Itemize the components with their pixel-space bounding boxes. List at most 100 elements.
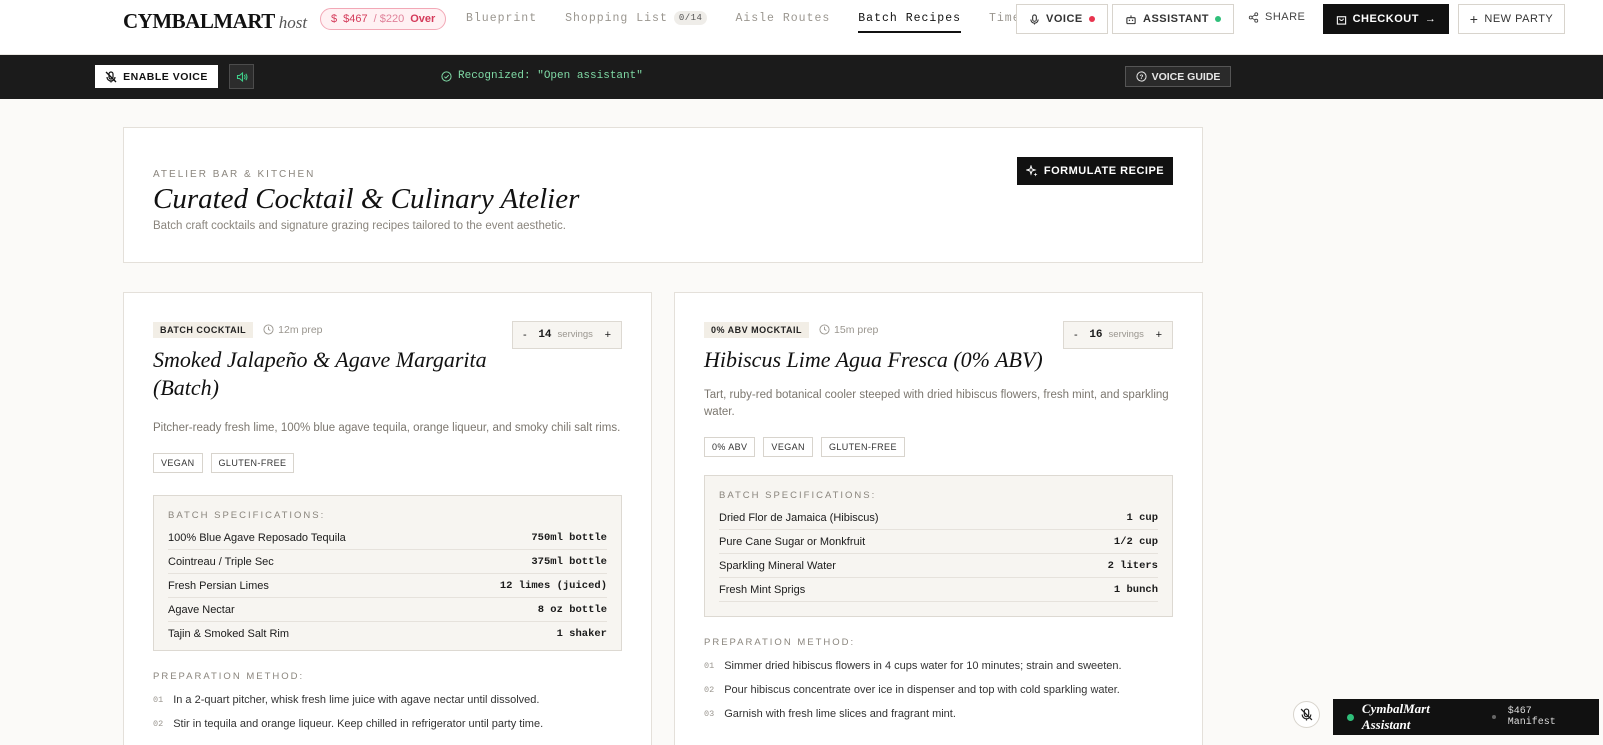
separator-dot [1491,715,1496,719]
manifest-total: $467 Manifest [1507,706,1556,728]
share-button[interactable]: SHARE [1248,11,1305,23]
increase-servings-button[interactable]: + [605,329,611,341]
recipe-type-badge: 0% ABV MOCKTAIL [704,321,810,338]
top-navigation: CYMBALMART host $ $467 / $220 Over Bluep… [0,0,1603,55]
tab-batch-recipes[interactable]: Batch Recipes [858,0,961,36]
ingredient-qty: 750ml bottle [531,531,607,544]
assistant-name: CymbalMart Assistant [1361,701,1430,732]
voice-button-label: VOICE [1046,13,1083,25]
new-party-label: NEW PARTY [1484,13,1554,25]
method-step: 02 Stir in tequila and orange liqueur. Ke… [153,712,622,736]
method-step: 01 In a 2-quart pitcher, whisk fresh lime… [153,688,622,712]
speaker-icon [236,71,247,82]
method-step: 03 Garnish with fresh lime slices and fra… [704,702,1173,726]
voice-guide-button[interactable]: ? VOICE GUIDE [1125,66,1231,87]
recipe-card-margarita: BATCH COCKTAIL 12m prep - 14 servings + S… [123,292,652,745]
enable-voice-button[interactable]: ENABLE VOICE [95,65,218,88]
decrease-servings-button[interactable]: - [523,329,527,341]
ingredient-qty: 375ml bottle [531,555,607,568]
assistant-button[interactable]: ASSISTANT [1112,4,1235,34]
formulate-recipe-button[interactable]: FORMULATE RECIPE [1017,157,1173,185]
ingredient-qty: 1 cup [1126,511,1158,524]
tab-label: Batch Recipes [858,11,961,25]
spec-row: Fresh Mint Sprigs 1 bunch [719,578,1158,602]
new-party-button[interactable]: + NEW PARTY [1458,4,1565,34]
clock-icon [819,324,830,335]
formulate-recipe-label: FORMULATE RECIPE [1043,165,1165,177]
budget-spent: $467 [343,13,368,25]
recipe-description: Pitcher-ready fresh lime, 100% blue agav… [153,422,621,434]
spec-row: Sparkling Mineral Water 2 liters [719,554,1158,578]
ingredient-qty: 12 limes (juiced) [499,579,607,592]
brand-name: CYMBALMART [123,9,275,33]
recipes-hero-panel: ATELIER BAR & KITCHEN Curated Cocktail &… [123,127,1203,263]
budget-status-badge[interactable]: $ $467 / $220 Over [320,8,447,30]
assistant-dock[interactable]: CymbalMart Assistant $467 Manifest [1333,699,1599,735]
decrease-servings-button[interactable]: - [1074,329,1078,341]
share-icon [1248,11,1259,23]
voice-button[interactable]: VOICE [1016,4,1108,34]
ingredient-name: Sparkling Mineral Water [719,559,836,572]
ingredient-qty: 1 shaker [556,628,607,640]
robot-icon [1126,14,1136,24]
diet-tags: VEGAN GLUTEN-FREE [153,453,622,473]
ingredient-qty: 1 bunch [1113,583,1158,596]
servings-stepper: - 14 servings + [512,321,622,349]
checkout-button[interactable]: CHECKOUT → [1323,4,1449,34]
servings-value: 14 [538,329,552,341]
microphone-off-icon [1300,708,1313,721]
check-circle-icon [441,70,452,82]
step-text: Garnish with fresh lime slices and fragr… [724,708,956,720]
diet-tag: VEGAN [153,453,203,473]
budget-over-label: Over [410,13,436,25]
assistant-online-dot [1347,713,1354,721]
bag-icon [1336,15,1346,25]
recipe-type-badge: BATCH COCKTAIL [153,321,254,338]
increase-servings-button[interactable]: + [1156,329,1162,341]
prep-time-text: 15m prep [834,323,879,336]
step-number: 02 [704,685,715,695]
step-number: 03 [704,709,715,719]
prep-time-text: 12m prep [278,323,323,336]
step-number: 02 [153,719,164,729]
spec-row: Fresh Persian Limes 12 limes (juiced) [168,574,607,598]
step-text: In a 2-quart pitcher, whisk fresh lime j… [173,694,540,706]
brand-subtitle: host [278,13,308,32]
speaker-toggle[interactable] [229,64,254,89]
ingredient-name: Pure Cane Sugar or Monkfruit [719,535,866,548]
spec-row: 100% Blue Agave Reposado Tequila 750ml bo… [168,526,607,550]
voice-guide-label: VOICE GUIDE [1151,70,1221,83]
diet-tags: 0% ABV VEGAN GLUTEN-FREE [704,437,1173,457]
share-label: SHARE [1265,11,1306,23]
spec-row: Agave Nectar 8 oz bottle [168,598,607,622]
servings-value: 16 [1089,329,1103,341]
diet-tag: GLUTEN-FREE [210,453,295,473]
voice-recognized-status: Recognized: "Open assistant" [441,70,643,82]
ingredient-name: Fresh Persian Limes [168,579,269,592]
tab-label: Aisle Routes [735,11,831,25]
recipe-title: Smoked Jalapeño & Agave Margarita (Batch… [153,347,487,400]
help-circle-icon: ? [1135,71,1147,82]
diet-tag: GLUTEN-FREE [820,437,905,457]
sparkles-icon [1025,165,1038,177]
plus-icon: + [1469,11,1479,27]
tab-aisle-routes[interactable]: Aisle Routes [735,0,830,36]
ingredient-name: Fresh Mint Sprigs [719,583,806,596]
method-steps: 01 In a 2-quart pitcher, whisk fresh lime… [153,688,622,736]
microphone-icon [1030,13,1039,25]
mute-microphone-button[interactable] [1293,701,1320,728]
tab-blueprint[interactable]: Blueprint [466,0,537,36]
tab-shopping-list[interactable]: Shopping List 0/14 [565,0,708,36]
method-heading: PREPARATION METHOD: [153,671,305,682]
spec-row: Cointreau / Triple Sec 375ml bottle [168,550,607,574]
shopping-count-badge: 0/14 [673,11,708,25]
step-text: Simmer dried hibiscus flowers in 4 cups … [724,660,1122,672]
ingredient-name: 100% Blue Agave Reposado Tequila [168,531,346,544]
tab-label: Shopping List [565,11,668,25]
ingredient-qty: 2 liters [1107,559,1158,572]
spec-row: Tajin & Smoked Salt Rim 1 shaker [168,622,607,646]
ingredient-name: Dried Flor de Jamaica (Hibiscus) [719,511,879,524]
step-text: Stir in tequila and orange liqueur. Keep… [173,718,544,730]
prep-time: 15m prep [819,324,878,336]
brand-logo[interactable]: CYMBALMART host [123,9,307,34]
